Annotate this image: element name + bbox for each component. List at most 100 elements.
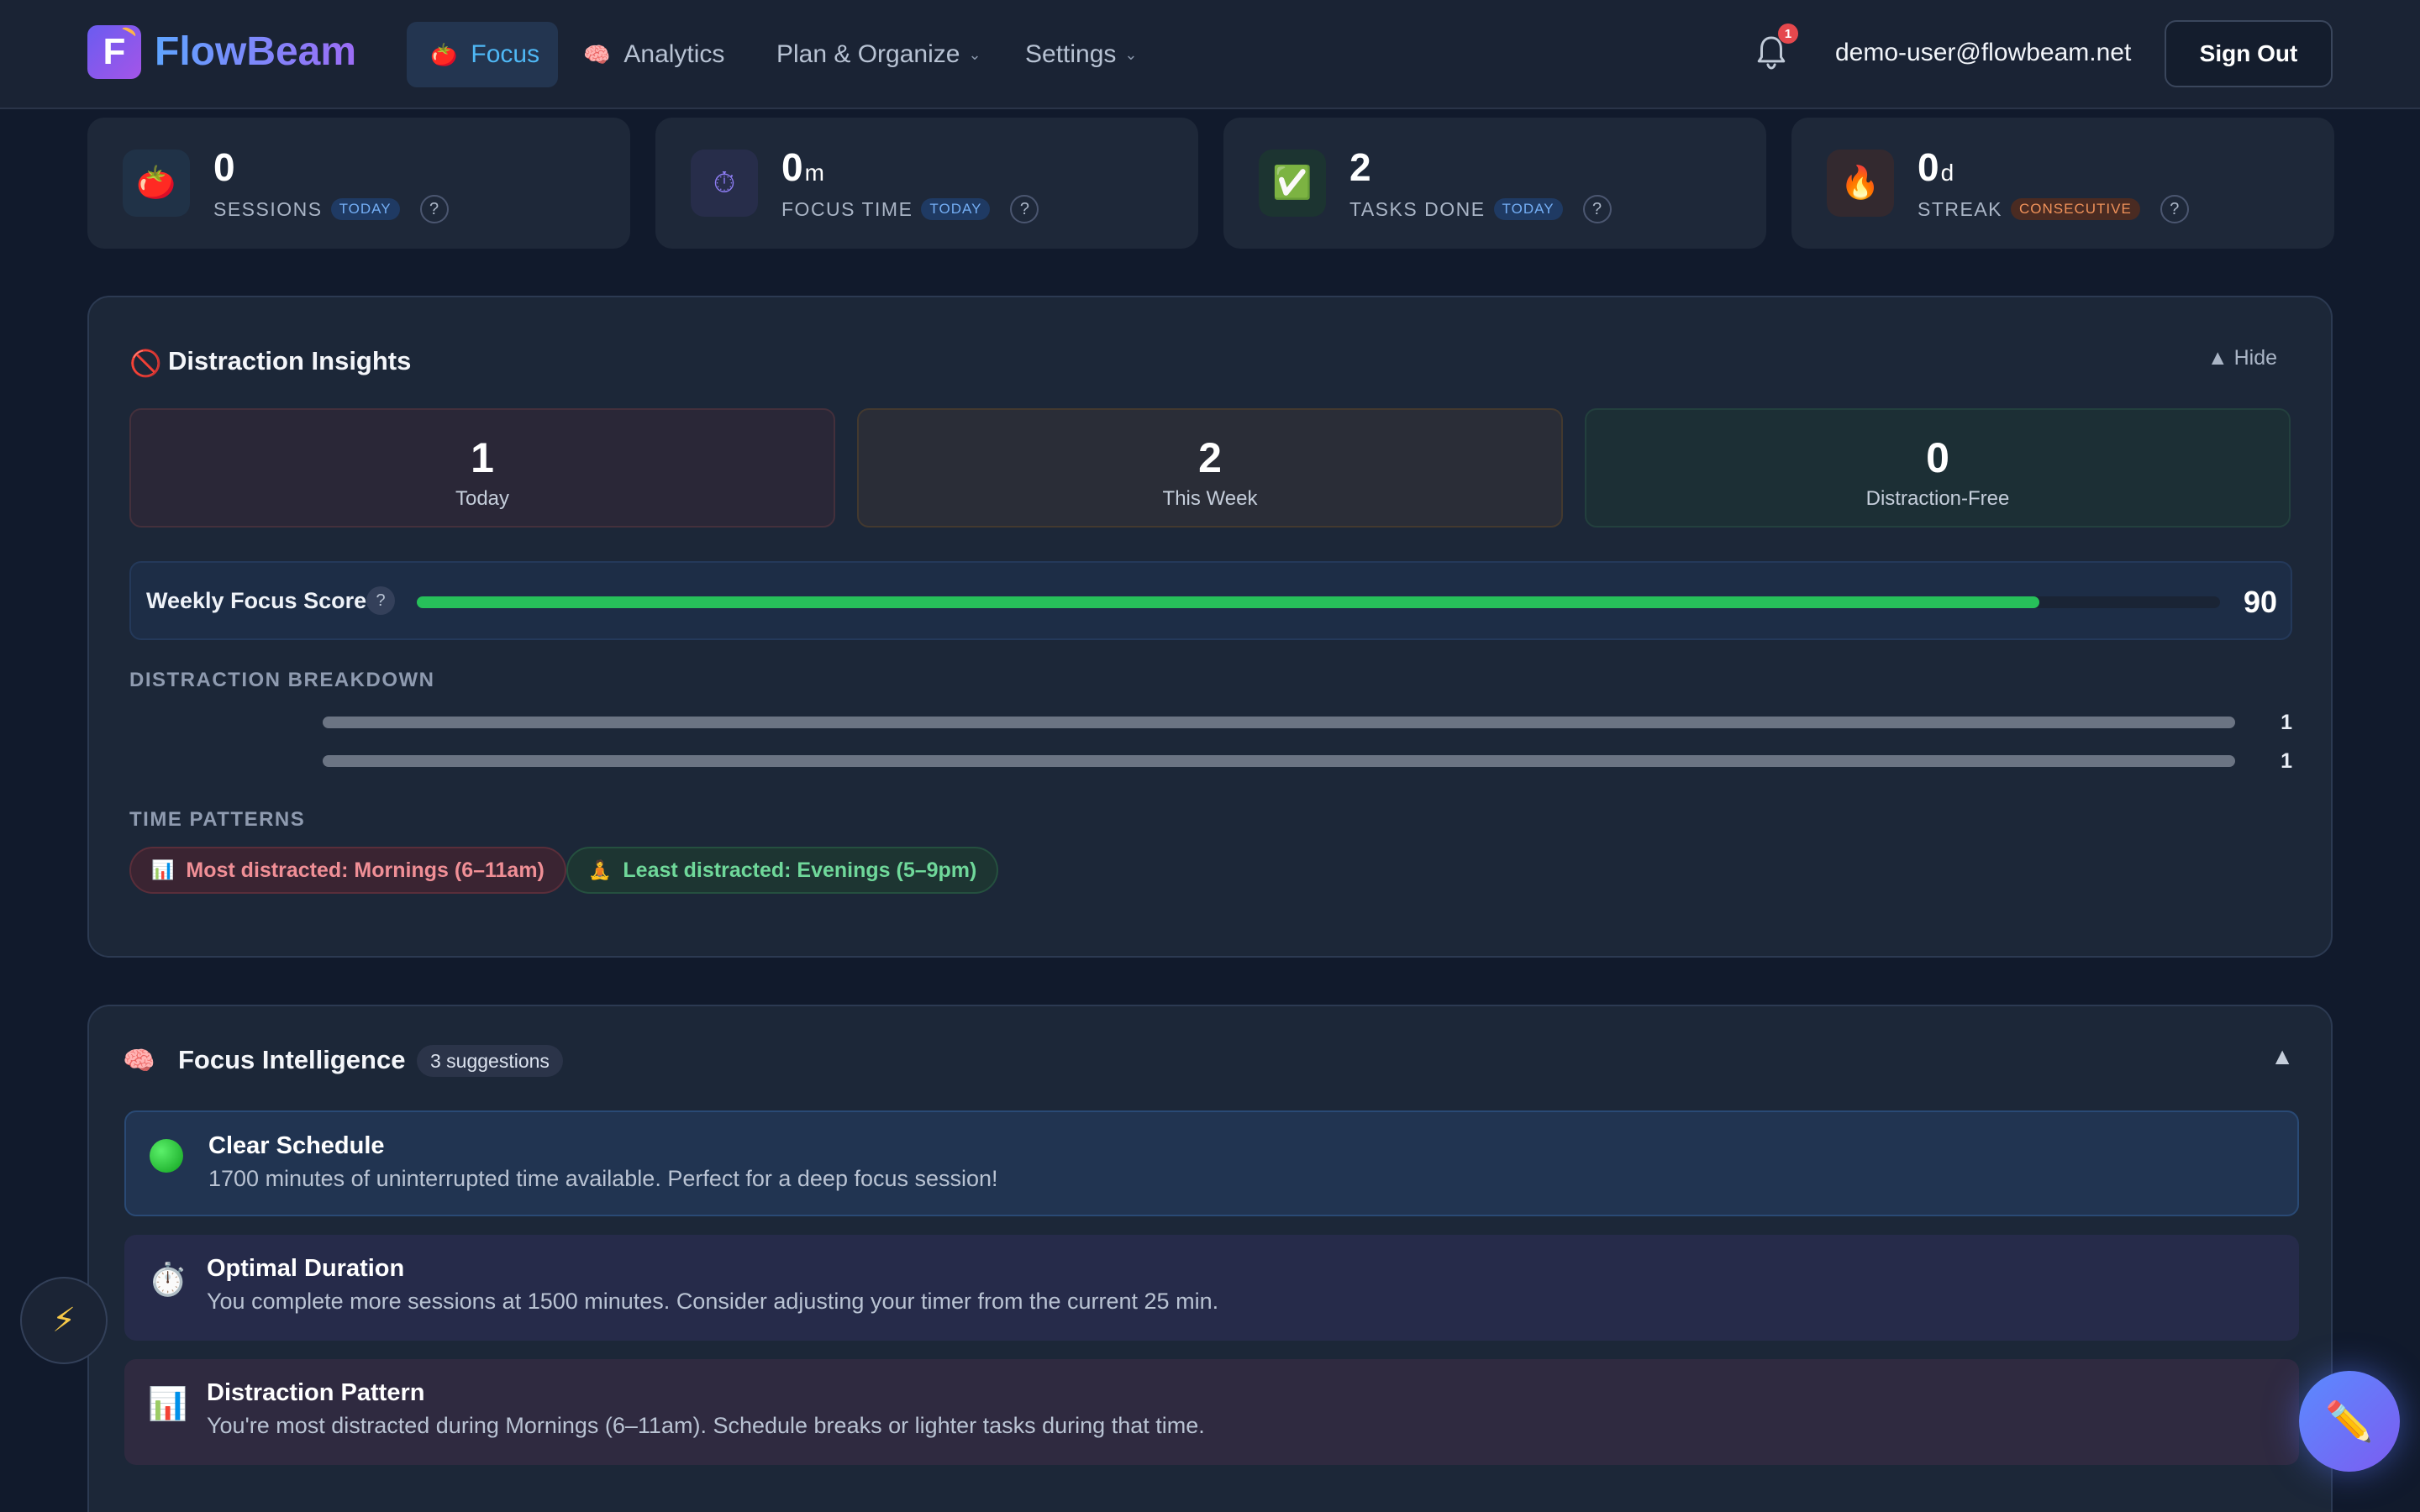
breakdown-fill (323, 717, 2235, 728)
nav-settings-label: Settings (1025, 40, 1117, 68)
panel-title: Distraction Insights (168, 346, 412, 375)
stat-value: 0m (781, 144, 824, 190)
time-patterns-heading: TIME PATTERNS (129, 808, 306, 831)
quick-action-lightning-button[interactable]: ⚡ (20, 1277, 108, 1364)
stat-label-row: TASKS DONE TODAY ? (1349, 195, 1612, 223)
suggestion-text: 1700 minutes of uninterrupted time avail… (208, 1166, 998, 1191)
weekly-focus-score: Weekly Focus Score ? 90 (129, 561, 2292, 640)
least-distracted-pill: 🧘 Least distracted: Evenings (5–9pm) (566, 847, 999, 894)
fire-icon: 🔥 (1827, 150, 1894, 217)
metric-value: 2 (1198, 434, 1222, 481)
stat-label: SESSIONS (213, 197, 323, 220)
today-tag: TODAY (921, 198, 991, 220)
stat-number: 0 (781, 145, 803, 189)
sign-out-button[interactable]: Sign Out (2165, 20, 2333, 87)
breakdown-row: 1 (129, 749, 2292, 773)
stat-value: 0 (213, 144, 237, 190)
stat-card-streak: 🔥 0d STREAK CONSECUTIVE ? (1791, 118, 2334, 249)
nav-focus[interactable]: 🍅 Focus (407, 22, 558, 87)
focus-score-fill (417, 596, 2040, 608)
stat-number: 0 (1918, 145, 1939, 189)
stopwatch-icon: ⏱ (691, 150, 758, 217)
tomato-icon: 🍅 (430, 41, 458, 67)
stat-card-focus-time: ⏱ 0m FOCUS TIME TODAY ? (655, 118, 1198, 249)
help-icon[interactable]: ? (2160, 195, 2189, 223)
suggestions-count-badge: 3 suggestions (417, 1045, 563, 1077)
today-tag: TODAY (330, 198, 400, 220)
suggestion-text: You're most distracted during Mornings (… (207, 1413, 1205, 1438)
suggestion-text: You complete more sessions at 1500 minut… (207, 1289, 1219, 1314)
breakdown-track (323, 717, 2235, 728)
stat-number: 2 (1349, 145, 1371, 189)
top-nav-bar: F FlowBeam 🍅 Focus 🧠 Analytics Plan & Or… (0, 0, 2420, 109)
collapse-triangle-icon[interactable]: ▲ (2270, 1043, 2294, 1070)
nav-plan-organize-dropdown[interactable]: Plan & Organize ⌄ (753, 22, 1005, 87)
brain-icon: 🧠 (583, 41, 611, 67)
brain-icon: 🧠 (123, 1046, 155, 1075)
nav-settings-dropdown[interactable]: Settings ⌄ (1002, 22, 1161, 87)
chevron-down-icon: ⌄ (1124, 45, 1138, 63)
stat-number: 0 (213, 145, 235, 189)
stat-unit: m (804, 160, 824, 186)
stat-label-row: SESSIONS TODAY ? (213, 195, 449, 223)
panel-title: Focus Intelligence (178, 1045, 406, 1074)
stat-value: 2 (1349, 144, 1373, 190)
pattern-text: Least distracted: Evenings (5–9pm) (623, 858, 977, 882)
metric-label: This Week (1162, 487, 1258, 510)
suggestion-optimal-duration[interactable]: ⏱️ Optimal Duration You complete more se… (124, 1235, 2299, 1341)
stat-label-row: STREAK CONSECUTIVE ? (1918, 195, 2189, 223)
suggestion-title: Distraction Pattern (207, 1379, 425, 1406)
suggestion-distraction-pattern[interactable]: 📊 Distraction Pattern You're most distra… (124, 1359, 2299, 1465)
metric-label: Distraction-Free (1865, 487, 2010, 510)
most-distracted-pill: 📊 Most distracted: Mornings (6–11am) (129, 847, 566, 894)
no-entry-icon: 🚫 (129, 349, 162, 378)
stopwatch-icon: ⏱️ (148, 1263, 188, 1298)
metric-today: 1 Today (129, 408, 835, 528)
bar-chart-icon: 📊 (148, 1387, 188, 1422)
edit-pencil-fab-button[interactable]: ✏️ (2299, 1371, 2400, 1472)
pattern-text: Most distracted: Mornings (6–11am) (186, 858, 544, 882)
help-icon[interactable]: ? (1010, 195, 1039, 223)
consecutive-tag: CONSECUTIVE (2011, 198, 2140, 220)
focus-score-label: Weekly Focus Score (146, 588, 367, 613)
focus-score-track (417, 596, 2220, 608)
metric-value: 0 (1926, 434, 1949, 481)
today-tag: TODAY (1493, 198, 1563, 220)
suggestion-title: Optimal Duration (207, 1255, 405, 1282)
stat-card-sessions: 🍅 0 SESSIONS TODAY ? (87, 118, 630, 249)
focus-score-value: 90 (2243, 585, 2277, 619)
breakdown-fill (323, 755, 2235, 767)
metric-value: 1 (471, 434, 494, 481)
notification-badge: 1 (1778, 24, 1798, 44)
stat-value: 0d (1918, 144, 1954, 190)
logo-letter: F (103, 31, 126, 72)
green-circle-icon (150, 1139, 183, 1181)
breakdown-track (323, 755, 2235, 767)
check-mark-icon: ✅ (1259, 150, 1326, 217)
suggestion-clear-schedule[interactable]: Clear Schedule 1700 minutes of uninterru… (124, 1110, 2299, 1216)
hide-toggle-button[interactable]: ▲ Hide (2207, 346, 2277, 370)
nav-focus-label: Focus (471, 40, 540, 68)
nav-analytics-label: Analytics (623, 40, 725, 68)
metric-this-week: 2 This Week (857, 408, 1563, 528)
tomato-icon: 🍅 (123, 150, 190, 217)
help-icon[interactable]: ? (366, 586, 395, 615)
brand-name[interactable]: FlowBeam (155, 29, 356, 75)
metric-distraction-free: 0 Distraction-Free (1585, 408, 2291, 528)
nav-plan-label: Plan & Organize (776, 40, 960, 68)
app-logo[interactable]: F (87, 25, 141, 79)
stat-unit: d (1940, 160, 1954, 186)
breakdown-count: 1 (2281, 711, 2292, 734)
help-icon[interactable]: ? (1582, 195, 1612, 223)
breakdown-row: 1 (129, 711, 2292, 734)
breakdown-heading: DISTRACTION BREAKDOWN (129, 669, 435, 691)
breakdown-count: 1 (2281, 749, 2292, 773)
user-email: demo-user@flowbeam.net (1835, 39, 2132, 66)
stat-label: FOCUS TIME (781, 197, 913, 220)
help-icon[interactable]: ? (419, 195, 449, 223)
nav-analytics[interactable]: 🧠 Analytics (560, 22, 748, 87)
metric-label: Today (455, 487, 510, 510)
stat-label: TASKS DONE (1349, 197, 1486, 220)
stat-label-row: FOCUS TIME TODAY ? (781, 195, 1039, 223)
distraction-insights-panel: 🚫 Distraction Insights ▲ Hide 1 Today 2 … (87, 296, 2333, 958)
